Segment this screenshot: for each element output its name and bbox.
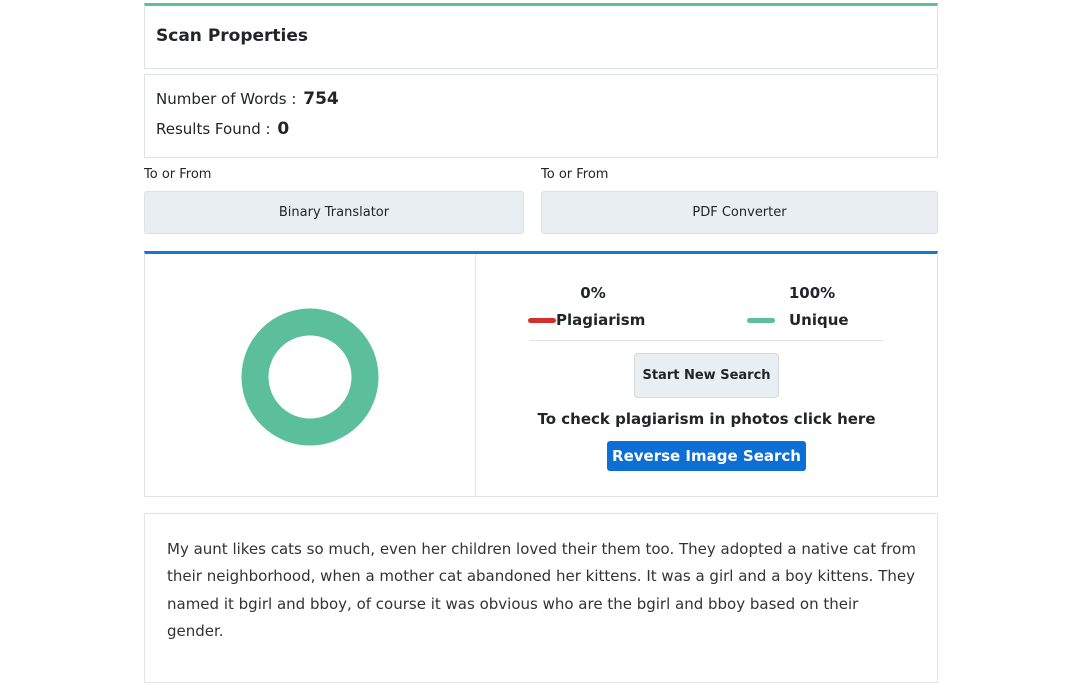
scanned-text-card: My aunt likes cats so much, even her chi… bbox=[144, 513, 938, 683]
scan-properties-title: Scan Properties bbox=[156, 26, 309, 46]
unique-metric: 100% Unique bbox=[747, 284, 877, 329]
results-found: Results Found : 0 bbox=[156, 119, 289, 139]
plagiarism-legend: Plagiarism bbox=[528, 311, 658, 329]
unique-label: Unique bbox=[789, 311, 849, 329]
unique-percent: 100% bbox=[788, 284, 836, 302]
results-found-label: Results Found : bbox=[156, 120, 271, 138]
word-count-value: 754 bbox=[303, 89, 339, 109]
scanned-text-body: My aunt likes cats so much, even her chi… bbox=[167, 540, 916, 640]
start-new-search-button[interactable]: Start New Search bbox=[634, 353, 779, 398]
unique-swatch bbox=[747, 317, 775, 323]
word-count: Number of Words : 754 bbox=[156, 89, 339, 109]
scan-properties-card: Scan Properties bbox=[144, 3, 938, 69]
pdf-converter-button[interactable]: PDF Converter bbox=[541, 191, 938, 234]
word-count-label: Number of Words : bbox=[156, 90, 297, 108]
donut-unique-segment bbox=[241, 308, 379, 446]
binary-translator-button[interactable]: Binary Translator bbox=[144, 191, 524, 234]
photo-check-text: To check plagiarism in photos click here bbox=[537, 410, 876, 428]
reverse-image-search-button[interactable]: Reverse Image Search bbox=[607, 441, 806, 471]
plagiarism-label: Plagiarism bbox=[556, 311, 646, 329]
tool-caption-binary: To or From bbox=[144, 167, 212, 182]
plagiarism-swatch bbox=[528, 317, 556, 323]
result-divider bbox=[475, 254, 476, 497]
plagiarism-result-card: 0% Plagiarism 100% Unique Start New Sear… bbox=[144, 251, 938, 497]
plagiarism-percent: 0% bbox=[580, 284, 606, 302]
results-found-value: 0 bbox=[277, 119, 290, 139]
tool-caption-pdf: To or From bbox=[541, 167, 609, 182]
unique-legend: Unique bbox=[747, 311, 877, 329]
scan-stats-card: Number of Words : 754 Results Found : 0 bbox=[144, 74, 938, 158]
plagiarism-metric: 0% Plagiarism bbox=[528, 284, 658, 329]
metrics-divider bbox=[530, 340, 883, 341]
plagiarism-donut-chart bbox=[241, 308, 379, 446]
